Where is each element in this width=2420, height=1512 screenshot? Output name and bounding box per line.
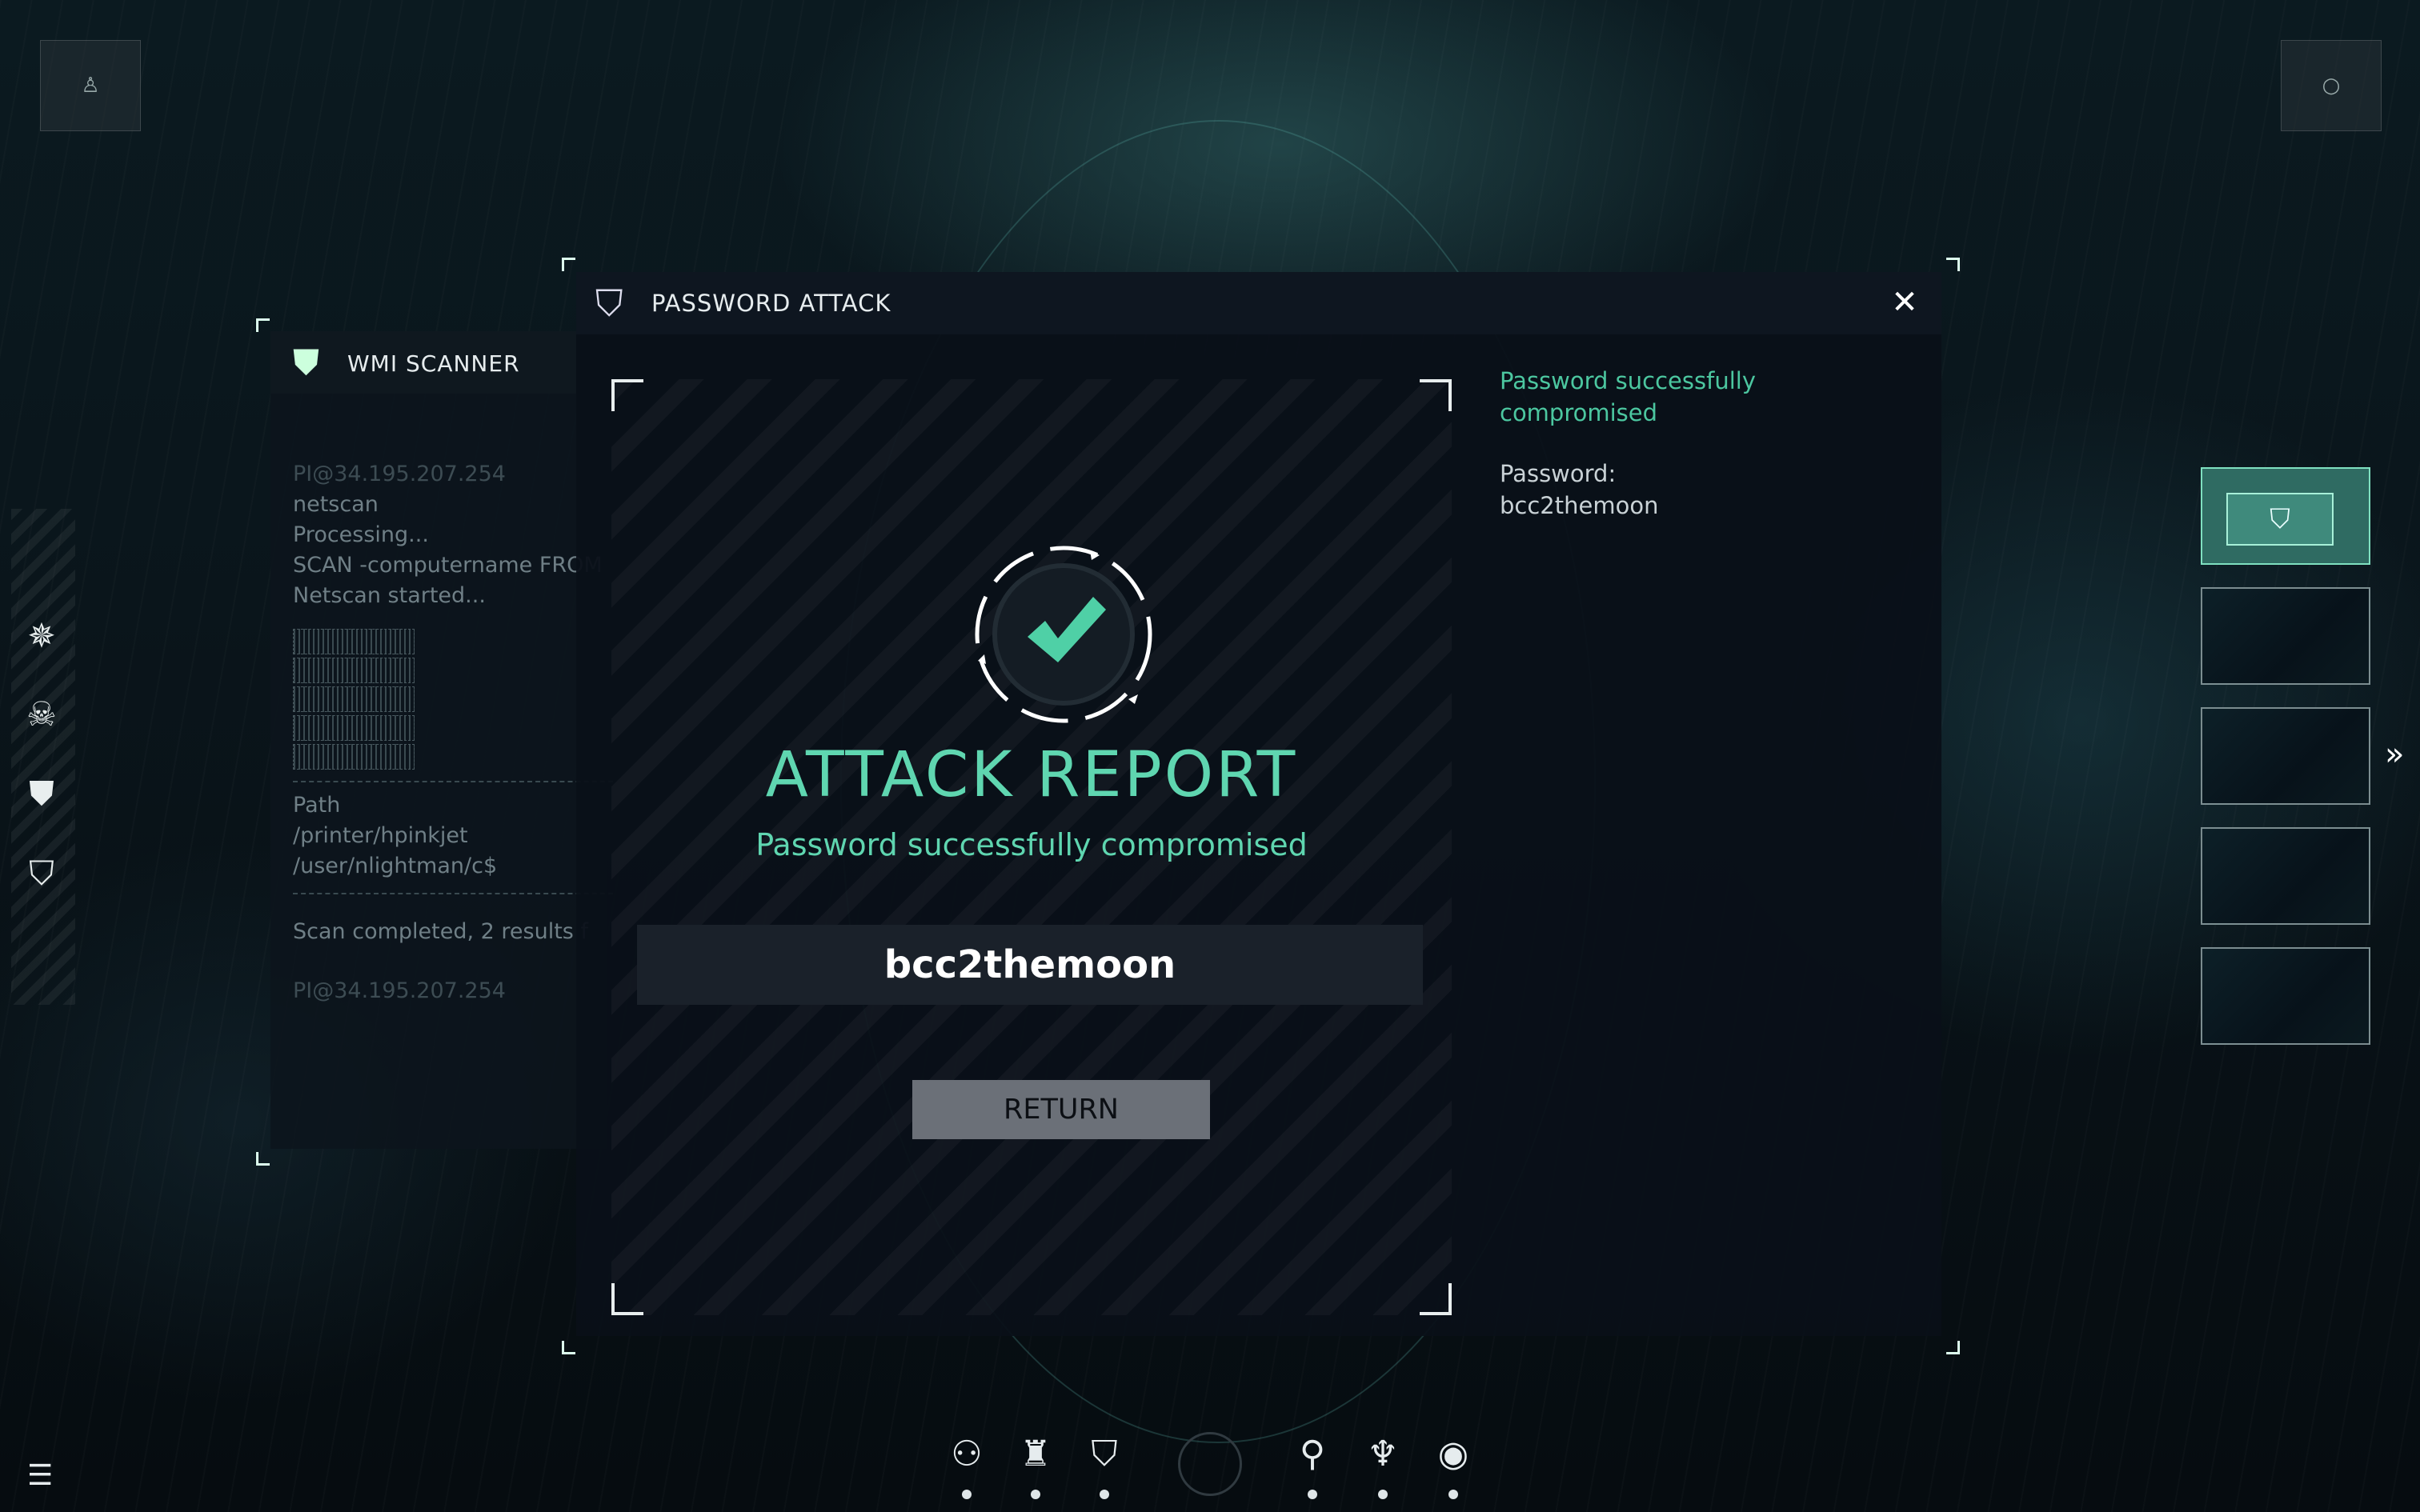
attack-report-panel: ATTACK REPORT Password successfully comp… [611,379,1452,1315]
wmi-scanner-header[interactable]: ⛊ WMI SCANNER [270,331,607,394]
expand-arrow-icon[interactable]: » [2385,736,2404,773]
user-icon: ♙ [81,74,100,98]
cracked-password: bcc2themoon [637,925,1423,1005]
ascii-block [293,686,415,712]
password-attack-header[interactable]: ⛉ PASSWORD ATTACK ✕ [576,272,1941,334]
indicator-dot [1031,1490,1040,1499]
wmi-scanner-title: WMI SCANNER [347,350,520,377]
ascii-block [293,744,415,770]
frame-corner [1420,1283,1452,1315]
divider [293,893,613,894]
success-check-icon [972,542,1156,726]
ascii-block [293,658,415,683]
frame-bracket [1946,258,1960,271]
skull-shield-icon[interactable]: ☠ [14,686,69,741]
password-attack-window: ⛉ PASSWORD ATTACK ✕ ATTACK REPORT Passwo… [576,272,1941,1336]
eye-icon[interactable]: ◉ [1428,1429,1479,1480]
hamburger-menu-icon[interactable]: ☰ [27,1459,53,1492]
trident-icon[interactable]: ♆ [1357,1429,1408,1480]
log-password-value: bcc2themoon [1500,492,1659,519]
hacker-hat-icon[interactable]: ♜ [1010,1429,1061,1480]
terminal-line: PI@34.195.207.254 [293,978,506,1003]
terminal-line: Netscan started... [293,583,486,608]
indicator-dot [1448,1490,1458,1499]
wolf-shield-icon[interactable]: ⛉ [1079,1429,1130,1480]
frame-bracket [256,1152,270,1166]
checker-shield-icon[interactable]: ⛊ [14,766,69,821]
terminal-line: /printer/hpinkjet [293,823,468,848]
window-thumbnail[interactable] [2201,587,2370,685]
indicator-dot [1378,1490,1388,1499]
terminal-line: SCAN -computername FROM [293,553,603,578]
window-thumbnail[interactable] [2201,707,2370,805]
window-thumbnail[interactable] [2201,827,2370,925]
frame-bracket [562,1341,575,1354]
frame-corner [1420,379,1452,411]
network-nodes-icon[interactable]: ⚇ [941,1429,992,1480]
terminal-line: Processing... [293,522,429,547]
terminal-line: netscan [293,492,379,517]
ascii-block [293,629,415,654]
shield-icon: ⛉ [2226,493,2334,546]
terminal-line: PI@34.195.207.254 [293,462,506,486]
center-ring[interactable] [1178,1432,1242,1496]
frame-bracket [1946,1341,1960,1354]
shield-icon: ⛉ [595,282,623,325]
frame-corner [611,1283,643,1315]
log-status: Password successfully compromised [1500,367,1756,426]
window-thumbnail[interactable] [2201,947,2370,1045]
attack-report-title: ATTACK REPORT [765,739,1298,811]
log-password-label: Password: [1500,460,1617,487]
wmi-scanner-window: ⛊ WMI SCANNER PI@34.195.207.254 netscan … [270,331,613,1149]
indicator-dot [1100,1490,1109,1499]
active-indicator [962,1490,972,1499]
terminal-output: PI@34.195.207.254 netscan Processing... … [293,459,613,1006]
terminal-line: Path [293,793,341,818]
indicator-dot [1308,1490,1317,1499]
flame-shield-icon[interactable]: ⛉ [14,846,69,901]
circle-icon: ○ [2322,74,2341,98]
frame-corner [611,379,643,411]
window-thumbnail-active[interactable]: ⛉ [2201,467,2370,565]
map-pin-icon[interactable]: ⚲ [1287,1429,1338,1480]
crosshair-emblem-icon[interactable]: ✵ [14,608,69,662]
password-attack-title: PASSWORD ATTACK [651,290,891,317]
left-tool-rail: ✵ ☠ ⛊ ⛉ [11,509,75,1005]
close-icon[interactable]: ✕ [1885,283,1924,322]
status-button[interactable]: ○ [2281,40,2382,131]
rank-badge-icon: ⛊ [293,342,319,383]
attack-log: Password successfully compromised Passwo… [1500,365,1916,522]
profile-button[interactable]: ♙ [40,40,141,131]
attack-report-subtitle: Password successfully compromised [755,827,1308,862]
divider [293,781,613,782]
frame-bracket [256,318,270,332]
ascii-block [293,715,415,741]
terminal-line: Scan completed, 2 results f [293,919,588,944]
terminal-line: /user/nlightman/c$ [293,854,498,878]
frame-bracket [562,258,575,271]
return-button[interactable]: RETURN [912,1080,1210,1139]
